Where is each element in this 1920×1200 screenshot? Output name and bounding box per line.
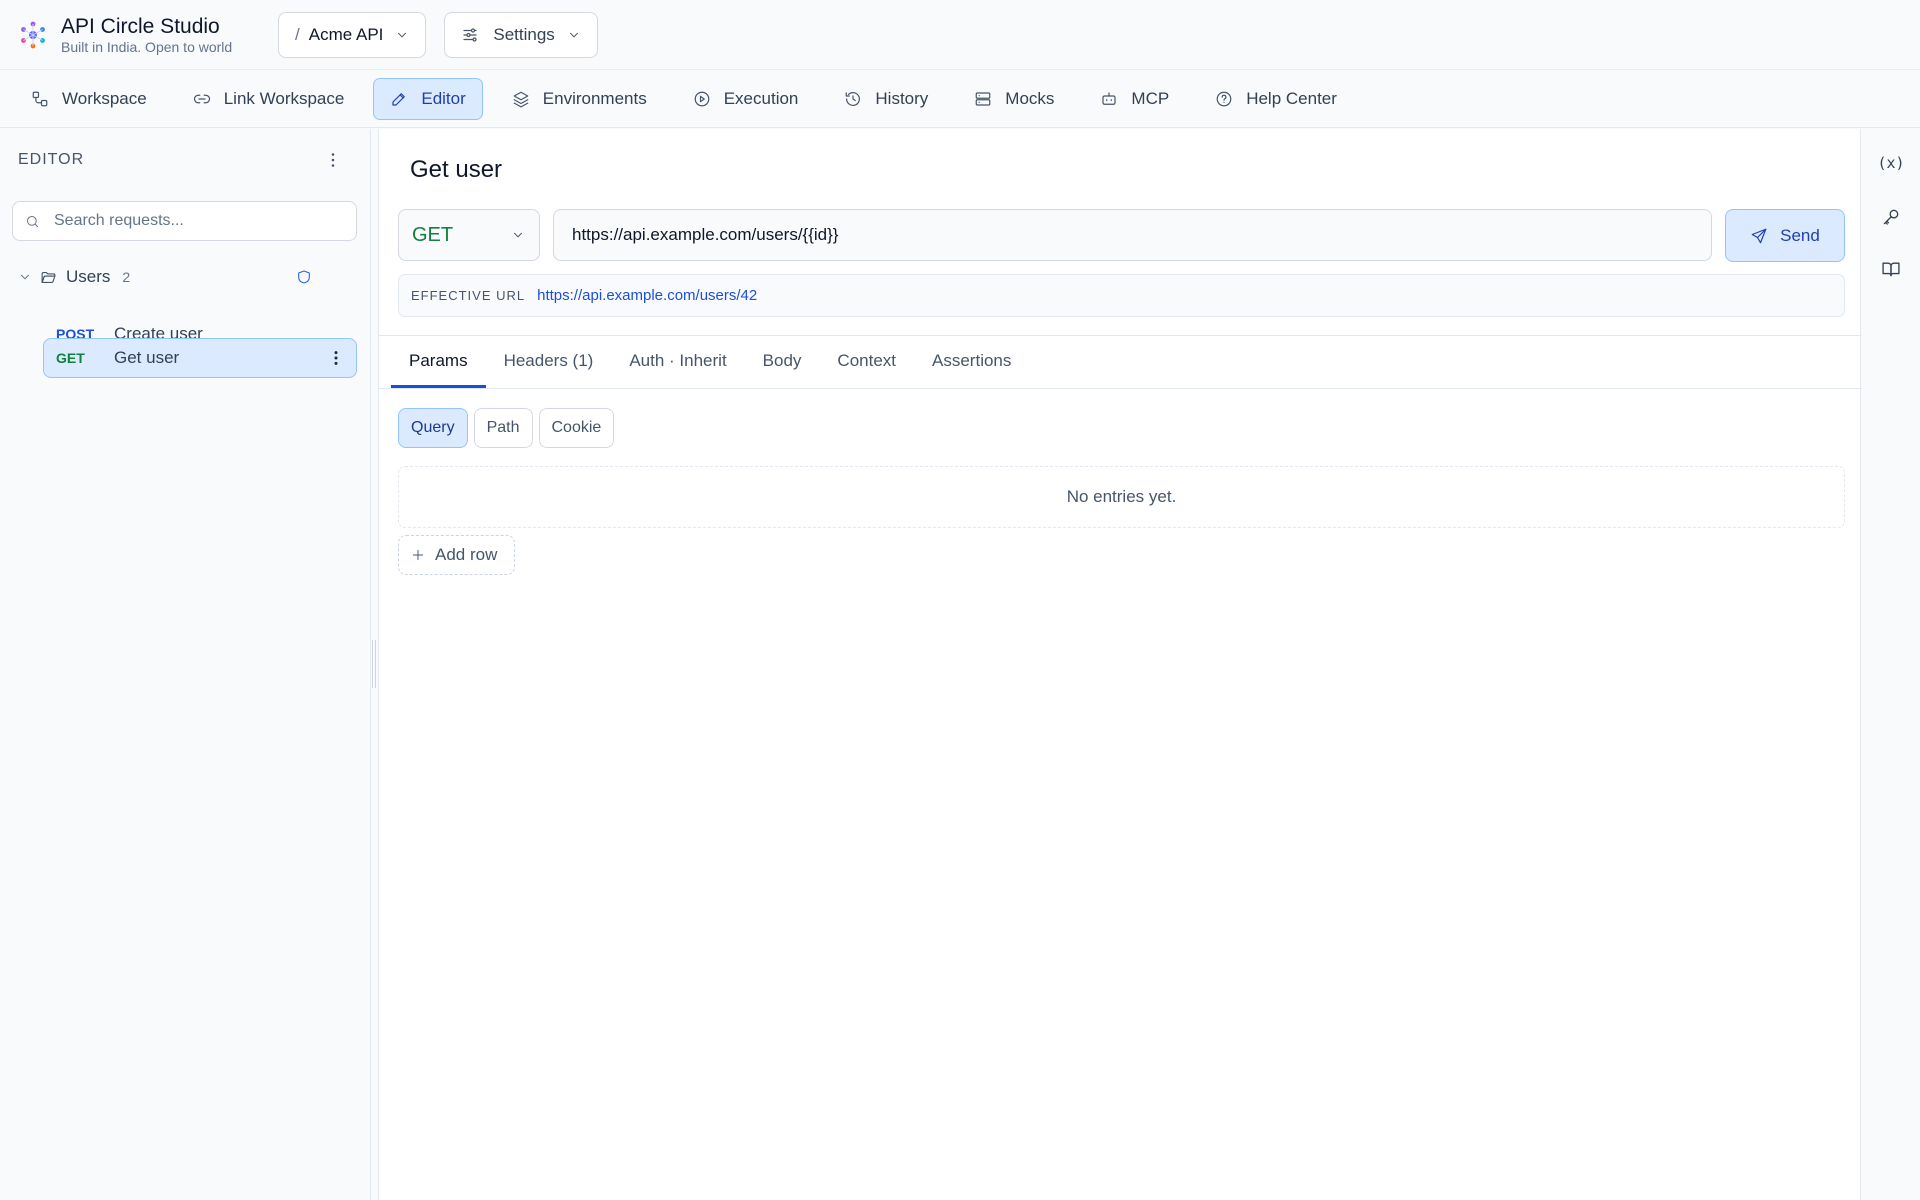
folder-name: Users bbox=[66, 267, 111, 286]
search-icon bbox=[27, 215, 38, 227]
app-header: API Circle Studio Built in India. Open t… bbox=[0, 0, 1920, 70]
nav-link-workspace[interactable]: Link Workspace bbox=[176, 78, 362, 120]
subtab-query[interactable]: Query bbox=[398, 408, 468, 448]
variables-icon: (x) bbox=[1877, 154, 1905, 172]
request-title: Get user bbox=[410, 156, 503, 183]
send-label: Send bbox=[1780, 225, 1820, 245]
search-box bbox=[12, 201, 357, 241]
send-icon bbox=[1751, 228, 1767, 243]
url-input[interactable] bbox=[572, 225, 1672, 245]
help-circle-icon bbox=[1216, 91, 1232, 106]
nav-label: Environments bbox=[542, 88, 647, 108]
tab-context[interactable]: Context bbox=[819, 336, 914, 388]
effective-url-label: EFFECTIVE URL bbox=[411, 288, 526, 303]
folder-open-icon bbox=[41, 271, 56, 283]
project-prefix: / bbox=[295, 24, 300, 44]
subtab-path[interactable]: Path bbox=[473, 408, 533, 448]
method-value: GET bbox=[412, 223, 454, 246]
chevron-down-icon bbox=[514, 232, 522, 238]
plus-icon bbox=[412, 549, 424, 561]
subtab-cookie[interactable]: Cookie bbox=[538, 408, 615, 448]
send-button[interactable]: Send bbox=[1725, 209, 1845, 262]
layers-icon bbox=[513, 91, 529, 107]
tab-params[interactable]: Params bbox=[391, 336, 486, 388]
request-name: Get user bbox=[114, 348, 180, 367]
editor-sidebar: EDITOR Users 2 POST Create user GET Get … bbox=[0, 129, 371, 1200]
chevron-down-icon bbox=[569, 32, 578, 37]
param-type-tabs: Query Path Cookie bbox=[398, 408, 620, 448]
request-tabs: Params Headers (1) Auth · Inherit Body C… bbox=[379, 335, 1862, 389]
brand: API Circle Studio Built in India. Open t… bbox=[18, 15, 260, 55]
project-selector[interactable]: / Acme API bbox=[278, 11, 427, 58]
brand-subtitle: Built in India. Open to world bbox=[61, 38, 233, 55]
folder-users[interactable]: Users 2 bbox=[18, 263, 318, 291]
folder-count: 2 bbox=[122, 269, 131, 285]
effective-url-value[interactable]: https://api.example.com/users/42 bbox=[537, 287, 757, 304]
play-circle-icon bbox=[694, 91, 710, 106]
variables-button[interactable]: (x) bbox=[1877, 151, 1905, 175]
chevron-down-icon[interactable] bbox=[18, 270, 32, 284]
nav-label: Editor bbox=[421, 88, 466, 108]
tab-assertions[interactable]: Assertions bbox=[914, 336, 1029, 388]
request-editor: Get user GET Send EFFECTIVE URL https://… bbox=[378, 129, 1862, 1200]
bot-icon bbox=[1102, 91, 1117, 105]
nav-editor[interactable]: Editor bbox=[373, 77, 483, 120]
shield-icon[interactable] bbox=[296, 269, 312, 285]
server-icon bbox=[975, 91, 991, 106]
nav-label: History bbox=[875, 88, 929, 108]
add-row-label: Add row bbox=[435, 545, 498, 564]
search-input[interactable] bbox=[54, 212, 334, 230]
nav-label: Mocks bbox=[1005, 88, 1055, 108]
nav-label: Workspace bbox=[62, 88, 147, 108]
tab-headers[interactable]: Headers (1) bbox=[486, 336, 612, 388]
tab-auth[interactable]: Auth · Inherit bbox=[611, 336, 744, 388]
url-field bbox=[553, 209, 1712, 261]
settings-button[interactable]: Settings bbox=[444, 11, 598, 58]
workspace-icon bbox=[32, 91, 48, 106]
api-circle-logo-icon bbox=[21, 21, 45, 48]
nav-execution[interactable]: Execution bbox=[676, 78, 816, 120]
nav-mcp[interactable]: MCP bbox=[1083, 78, 1186, 120]
more-vertical-icon[interactable] bbox=[322, 149, 344, 171]
nav-workspace[interactable]: Workspace bbox=[14, 78, 164, 120]
nav-label: Help Center bbox=[1246, 88, 1337, 108]
main-nav: Workspace Link Workspace Editor Environm… bbox=[0, 70, 1920, 128]
docs-button[interactable] bbox=[1879, 257, 1903, 281]
link-icon bbox=[193, 94, 210, 103]
request-item-get-user[interactable]: GET Get user bbox=[43, 338, 357, 378]
nav-environments[interactable]: Environments bbox=[495, 78, 664, 120]
nav-mocks[interactable]: Mocks bbox=[957, 78, 1071, 120]
nav-label: Link Workspace bbox=[223, 88, 345, 108]
chevron-down-icon bbox=[398, 32, 407, 37]
nav-history[interactable]: History bbox=[827, 78, 945, 120]
request-method: GET bbox=[56, 350, 85, 366]
effective-url-bar: EFFECTIVE URL https://api.example.com/us… bbox=[398, 274, 1845, 317]
right-rail: (x) bbox=[1862, 129, 1920, 1200]
sidebar-heading: EDITOR bbox=[18, 151, 85, 168]
method-select[interactable]: GET bbox=[398, 209, 540, 261]
nav-label: Execution bbox=[723, 88, 799, 108]
tab-body[interactable]: Body bbox=[745, 336, 820, 388]
auth-key-button[interactable] bbox=[1879, 205, 1903, 229]
add-row-button[interactable]: Add row bbox=[398, 535, 515, 575]
pencil-icon bbox=[392, 92, 406, 106]
brand-title: API Circle Studio bbox=[61, 14, 220, 38]
nav-label: MCP bbox=[1131, 88, 1170, 108]
nav-help-center[interactable]: Help Center bbox=[1198, 78, 1354, 120]
sidebar-resize-handle[interactable] bbox=[372, 640, 376, 688]
more-vertical-icon[interactable] bbox=[326, 348, 346, 368]
book-open-icon bbox=[1882, 262, 1900, 277]
key-icon bbox=[1883, 209, 1899, 225]
project-name: Acme API bbox=[308, 24, 384, 44]
settings-label: Settings bbox=[493, 24, 555, 44]
empty-state: No entries yet. bbox=[398, 466, 1845, 528]
sliders-icon bbox=[463, 27, 477, 42]
history-icon bbox=[846, 91, 861, 106]
